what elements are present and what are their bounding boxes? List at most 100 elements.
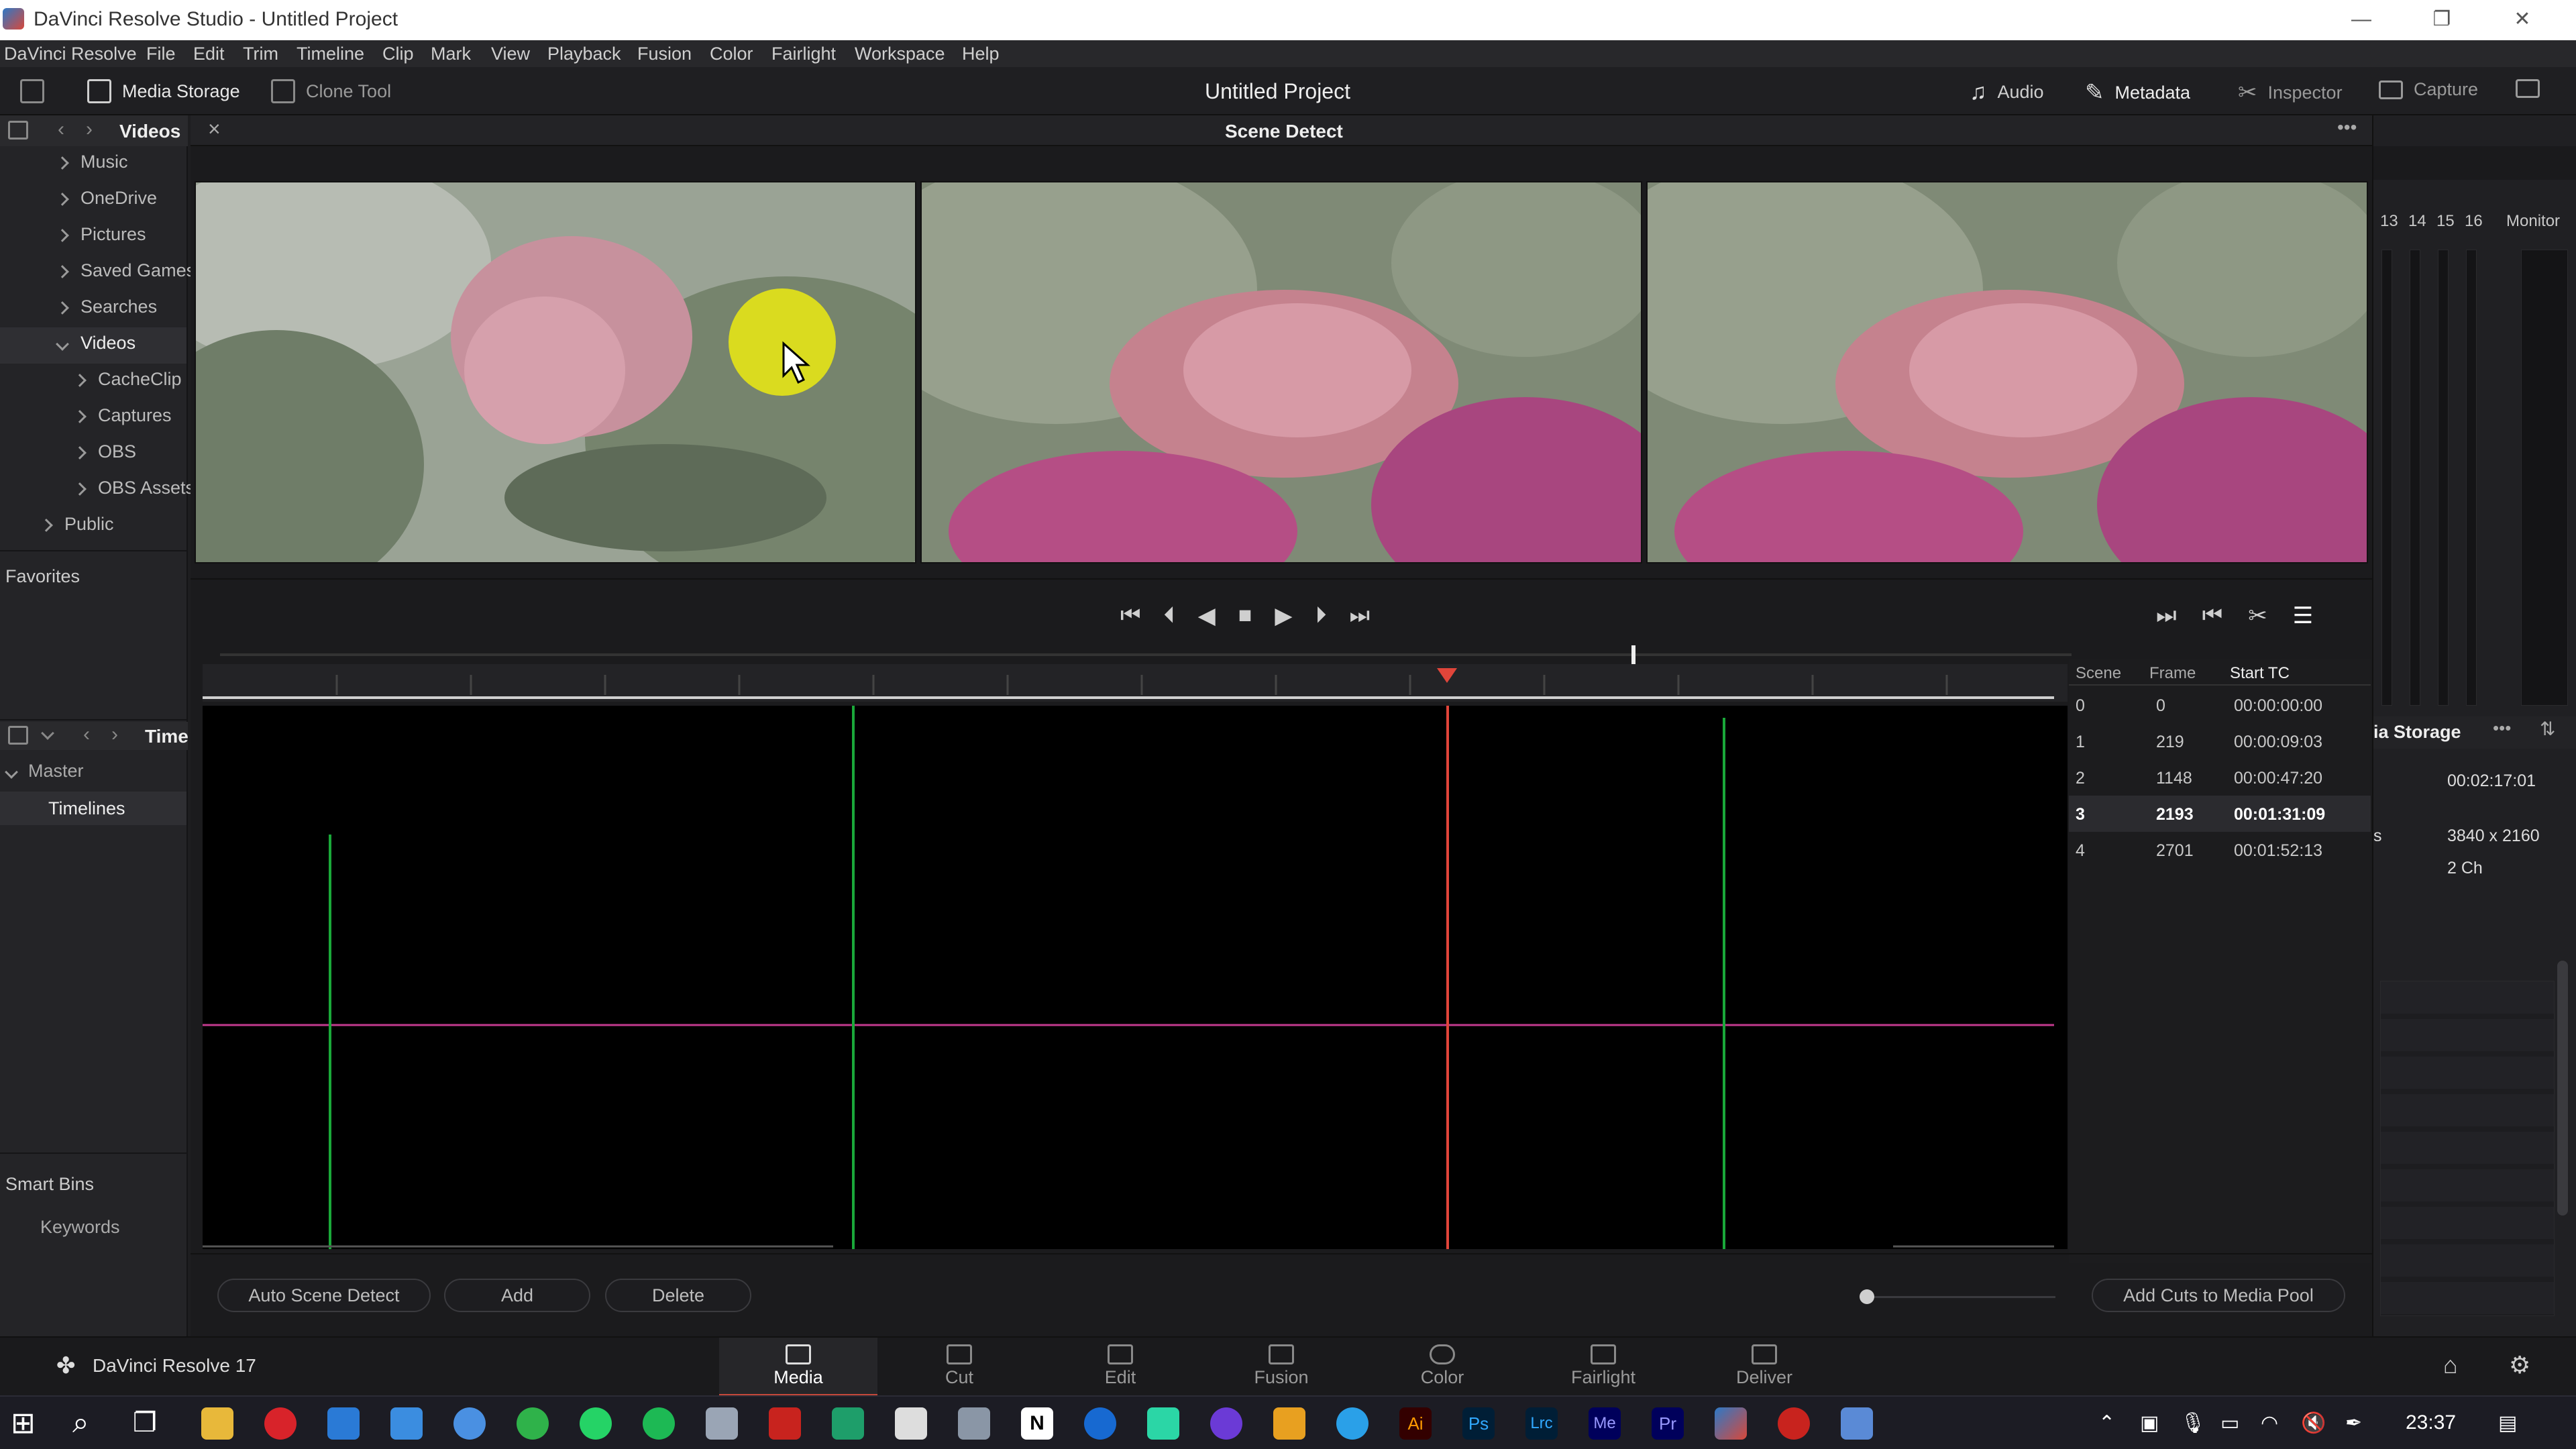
search-icon[interactable]: ⌕ [72, 1406, 89, 1440]
folder-obs-assets[interactable]: OBS Assets [73, 478, 195, 498]
app-icon[interactable] [832, 1407, 864, 1440]
metadata-button[interactable]: ✎ Metadata [2085, 79, 2190, 106]
menu-workspace[interactable]: Workspace [855, 44, 945, 64]
folder-pictures[interactable]: Pictures [56, 224, 146, 245]
inspector-button[interactable]: ✂ Inspector [2238, 79, 2343, 106]
app-icon[interactable] [1084, 1407, 1116, 1440]
scrollbar[interactable] [2557, 961, 2568, 1216]
app-icon[interactable] [895, 1407, 927, 1440]
jog-bar[interactable] [220, 653, 2072, 656]
app-icon[interactable] [706, 1407, 738, 1440]
chevron-up-icon[interactable]: ⌃ [2098, 1411, 2115, 1435]
go-to-start-icon[interactable]: ⏮ [1120, 602, 1141, 629]
scissors-icon[interactable]: ✂ [2248, 602, 2267, 629]
master-bin[interactable]: Master [5, 761, 84, 782]
back-arrow-icon[interactable]: ‹ [58, 118, 64, 141]
keywords-bin[interactable]: Keywords [40, 1217, 120, 1238]
monitor-toggle-button[interactable] [2516, 79, 2540, 98]
col-frame[interactable]: Frame [2149, 664, 2196, 683]
col-scene[interactable]: Scene [2076, 664, 2121, 683]
next-cut-icon[interactable]: ⏭ [2156, 602, 2177, 629]
jog-handle[interactable] [1631, 645, 1635, 664]
file-explorer-icon[interactable] [201, 1407, 233, 1440]
microphone-icon[interactable]: 🎙 [2180, 1411, 2206, 1435]
app-icon[interactable] [453, 1407, 486, 1440]
folder-music[interactable]: Music [56, 152, 128, 172]
whatsapp-icon[interactable] [580, 1407, 612, 1440]
page-fairlight[interactable]: Fairlight [1524, 1338, 1682, 1397]
scene-ruler[interactable] [203, 664, 2068, 702]
sort-icon[interactable]: ⇅ [2540, 718, 2555, 740]
spotify-icon[interactable] [643, 1407, 675, 1440]
folder-videos[interactable]: Videos [56, 333, 136, 354]
page-fusion[interactable]: Fusion [1202, 1338, 1360, 1397]
menu-trim[interactable]: Trim [243, 44, 278, 64]
menu-fusion[interactable]: Fusion [637, 44, 692, 64]
more-options-button[interactable]: ••• [2493, 718, 2511, 739]
add-cuts-to-media-pool-button[interactable]: Add Cuts to Media Pool [2092, 1279, 2345, 1312]
folder-public[interactable]: Public [40, 514, 114, 535]
app-icon[interactable] [1147, 1407, 1179, 1440]
clone-tool-button[interactable]: Clone Tool [271, 79, 391, 103]
stop-icon[interactable]: ■ [1238, 602, 1252, 629]
app-icon[interactable] [958, 1407, 990, 1440]
step-back-icon[interactable]: ⏴ [1164, 602, 1175, 629]
menu-davinci-resolve[interactable]: DaVinci Resolve [4, 44, 137, 64]
folder-obs[interactable]: OBS [73, 441, 136, 462]
menu-file[interactable]: File [146, 44, 176, 64]
home-icon[interactable]: ⌂ [2443, 1351, 2458, 1379]
gear-icon[interactable]: ⚙ [2509, 1351, 2530, 1379]
zoom-slider[interactable] [1861, 1296, 2055, 1298]
media-encoder-icon[interactable]: Me [1589, 1407, 1621, 1440]
list-view-icon[interactable]: ☰ [2293, 602, 2313, 629]
menu-view[interactable]: View [491, 44, 530, 64]
sidebar-toggle-icon[interactable] [8, 121, 28, 140]
photoshop-icon[interactable]: Ps [1462, 1407, 1495, 1440]
play-icon[interactable]: ▶ [1275, 602, 1292, 629]
wifi-icon[interactable]: ◠ [2261, 1411, 2278, 1435]
clock-time[interactable]: 23:37 [2406, 1411, 2456, 1434]
col-start-tc[interactable]: Start TC [2230, 664, 2290, 683]
app-icon[interactable] [1210, 1407, 1242, 1440]
menu-playback[interactable]: Playback [547, 44, 621, 64]
menu-help[interactable]: Help [962, 44, 1000, 64]
chevron-down-icon[interactable] [41, 727, 54, 740]
menu-edit[interactable]: Edit [193, 44, 225, 64]
add-button[interactable]: Add [444, 1279, 590, 1312]
folder-cacheclip[interactable]: CacheClip [73, 369, 182, 390]
app-icon[interactable] [1778, 1407, 1810, 1440]
lightroom-icon[interactable]: Lrc [1525, 1407, 1558, 1440]
play-reverse-icon[interactable]: ◀ [1198, 602, 1216, 629]
restore-button[interactable]: ❐ [2415, 3, 2469, 36]
app-icon[interactable] [1841, 1407, 1873, 1440]
folder-saved-games[interactable]: Saved Games [56, 260, 195, 281]
windows-start-icon[interactable]: ⊞ [11, 1406, 36, 1440]
page-color[interactable]: Color [1363, 1338, 1521, 1397]
zoom-slider-handle[interactable] [1860, 1289, 1874, 1304]
illustrator-icon[interactable]: Ai [1399, 1407, 1432, 1440]
media-storage-button[interactable]: Media Storage [87, 79, 240, 103]
folder-searches[interactable]: Searches [56, 297, 157, 317]
davinci-resolve-taskbar-icon[interactable] [1715, 1407, 1747, 1440]
more-options-button[interactable]: ••• [2337, 117, 2357, 138]
panel-toggle-button[interactable] [20, 79, 44, 103]
page-cut[interactable]: Cut [880, 1338, 1038, 1397]
task-view-icon[interactable]: ❐ [133, 1407, 157, 1438]
notifications-icon[interactable]: ▤ [2498, 1411, 2517, 1435]
premiere-icon[interactable]: Pr [1652, 1407, 1684, 1440]
table-row[interactable]: 0 0 00:00:00:00 [2069, 687, 2371, 723]
camera-icon[interactable]: ▣ [2140, 1411, 2159, 1435]
menu-fairlight[interactable]: Fairlight [771, 44, 836, 64]
minimize-button[interactable]: — [2334, 3, 2388, 36]
sync-icon[interactable] [517, 1407, 549, 1440]
delete-button[interactable]: Delete [605, 1279, 751, 1312]
close-button[interactable]: ✕ [2496, 3, 2549, 36]
app-icon[interactable] [327, 1407, 360, 1440]
folder-captures[interactable]: Captures [73, 405, 172, 426]
auto-scene-detect-button[interactable]: Auto Scene Detect [217, 1279, 431, 1312]
app-icon[interactable] [390, 1407, 423, 1440]
capture-button[interactable]: Capture [2379, 79, 2478, 100]
menu-mark[interactable]: Mark [431, 44, 471, 64]
page-edit[interactable]: Edit [1041, 1338, 1199, 1397]
scene-detect-graph[interactable] [203, 706, 2068, 1249]
